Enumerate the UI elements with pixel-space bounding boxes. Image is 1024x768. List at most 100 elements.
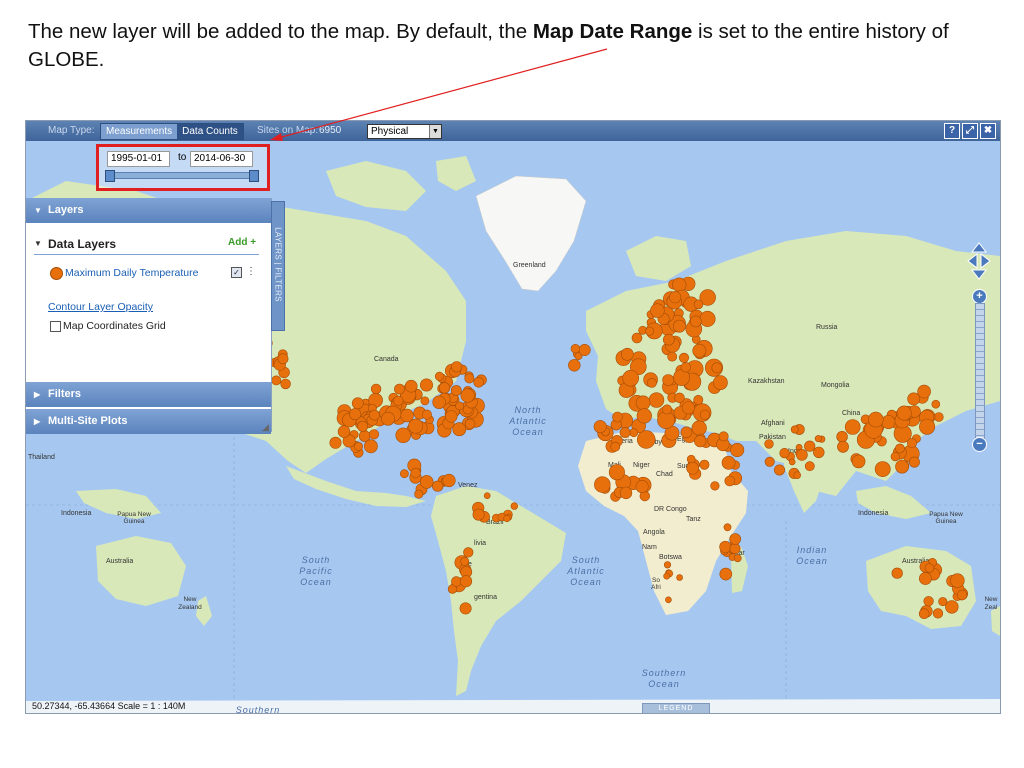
- site-marker[interactable]: [813, 446, 825, 459]
- pan-right-icon[interactable]: [980, 252, 991, 270]
- site-marker[interactable]: [663, 561, 672, 569]
- site-marker[interactable]: [938, 597, 948, 607]
- site-marker[interactable]: [445, 410, 458, 423]
- site-marker[interactable]: [933, 412, 944, 422]
- site-marker[interactable]: [578, 344, 591, 357]
- layers-filters-tab[interactable]: LAYERS | FILTERS: [271, 201, 285, 331]
- site-marker[interactable]: [667, 351, 678, 362]
- site-marker[interactable]: [711, 362, 723, 374]
- site-marker[interactable]: [438, 382, 451, 394]
- site-marker[interactable]: [896, 405, 912, 421]
- site-marker[interactable]: [619, 486, 633, 500]
- site-marker[interactable]: [503, 514, 511, 523]
- site-marker[interactable]: [459, 575, 473, 588]
- site-marker[interactable]: [851, 454, 866, 469]
- site-marker[interactable]: [719, 540, 732, 553]
- slider-end-handle[interactable]: [249, 170, 259, 182]
- site-marker[interactable]: [451, 361, 463, 373]
- site-marker[interactable]: [723, 523, 732, 532]
- site-marker[interactable]: [665, 596, 672, 604]
- site-marker[interactable]: [804, 461, 815, 472]
- site-marker[interactable]: [368, 429, 380, 440]
- site-marker[interactable]: [622, 369, 640, 387]
- site-marker[interactable]: [881, 414, 896, 429]
- site-marker[interactable]: [608, 464, 625, 481]
- site-marker[interactable]: [451, 576, 462, 587]
- site-marker[interactable]: [693, 394, 704, 405]
- site-marker[interactable]: [923, 596, 934, 607]
- site-marker[interactable]: [460, 556, 470, 566]
- site-marker[interactable]: [472, 508, 485, 521]
- site-marker[interactable]: [790, 425, 799, 434]
- site-marker[interactable]: [280, 378, 291, 390]
- site-marker[interactable]: [699, 459, 710, 470]
- site-marker[interactable]: [713, 375, 728, 390]
- site-marker[interactable]: [895, 459, 909, 474]
- site-marker[interactable]: [956, 589, 968, 601]
- zoom-slider[interactable]: [975, 303, 985, 439]
- site-marker[interactable]: [680, 362, 691, 373]
- site-marker[interactable]: [629, 428, 639, 438]
- site-marker[interactable]: [464, 418, 476, 430]
- site-marker[interactable]: [793, 471, 802, 480]
- site-marker[interactable]: [950, 573, 965, 588]
- site-marker[interactable]: [764, 456, 775, 467]
- site-marker[interactable]: [663, 572, 671, 580]
- site-marker[interactable]: [636, 408, 652, 424]
- grid-checkbox[interactable]: [50, 321, 61, 332]
- site-marker[interactable]: [932, 608, 944, 619]
- site-marker[interactable]: [686, 461, 700, 475]
- site-marker[interactable]: [363, 439, 378, 454]
- site-marker[interactable]: [636, 430, 656, 449]
- site-marker[interactable]: [924, 563, 935, 573]
- site-marker[interactable]: [931, 399, 941, 409]
- site-marker[interactable]: [419, 475, 434, 489]
- site-marker[interactable]: [686, 454, 696, 464]
- site-marker[interactable]: [837, 440, 849, 453]
- site-marker[interactable]: [895, 443, 905, 454]
- site-marker[interactable]: [473, 377, 485, 388]
- filters-header[interactable]: ▶ Filters: [26, 382, 271, 407]
- site-marker[interactable]: [918, 608, 930, 620]
- site-marker[interactable]: [773, 464, 785, 476]
- basemap-select[interactable]: Physical ▼: [367, 124, 442, 139]
- site-marker[interactable]: [804, 440, 816, 452]
- site-marker[interactable]: [836, 431, 848, 443]
- site-marker[interactable]: [764, 439, 774, 449]
- zoom-in-button[interactable]: +: [972, 289, 987, 304]
- site-marker[interactable]: [907, 392, 921, 406]
- site-marker[interactable]: [673, 319, 686, 333]
- site-marker[interactable]: [271, 375, 282, 386]
- site-marker[interactable]: [919, 418, 936, 435]
- site-marker[interactable]: [329, 436, 342, 449]
- site-marker[interactable]: [404, 379, 418, 393]
- site-marker[interactable]: [647, 377, 657, 388]
- tab-data-counts[interactable]: Data Counts: [177, 124, 243, 139]
- site-marker[interactable]: [459, 602, 472, 615]
- site-marker[interactable]: [645, 326, 655, 336]
- site-marker[interactable]: [419, 378, 433, 392]
- site-marker[interactable]: [357, 420, 369, 432]
- site-marker[interactable]: [442, 473, 456, 488]
- site-marker[interactable]: [414, 489, 424, 499]
- site-marker[interactable]: [676, 574, 683, 581]
- pan-control[interactable]: [966, 241, 992, 281]
- site-marker[interactable]: [410, 467, 421, 479]
- site-marker[interactable]: [400, 408, 414, 423]
- layer-menu-icon[interactable]: ⋮: [246, 266, 256, 277]
- site-marker[interactable]: [432, 395, 446, 409]
- contour-opacity-link[interactable]: Contour Layer Opacity: [48, 301, 153, 313]
- site-marker[interactable]: [917, 384, 931, 399]
- close-icon[interactable]: ✖: [980, 123, 996, 139]
- site-marker[interactable]: [689, 315, 702, 328]
- pan-down-icon[interactable]: [970, 269, 988, 280]
- site-marker[interactable]: [612, 411, 623, 423]
- tab-measurements[interactable]: Measurements: [101, 124, 178, 139]
- site-marker[interactable]: [890, 452, 900, 462]
- site-marker[interactable]: [610, 441, 621, 452]
- site-marker[interactable]: [434, 371, 444, 381]
- site-marker[interactable]: [710, 481, 720, 491]
- site-marker[interactable]: [699, 310, 716, 327]
- site-marker[interactable]: [619, 427, 631, 438]
- site-marker[interactable]: [699, 409, 711, 420]
